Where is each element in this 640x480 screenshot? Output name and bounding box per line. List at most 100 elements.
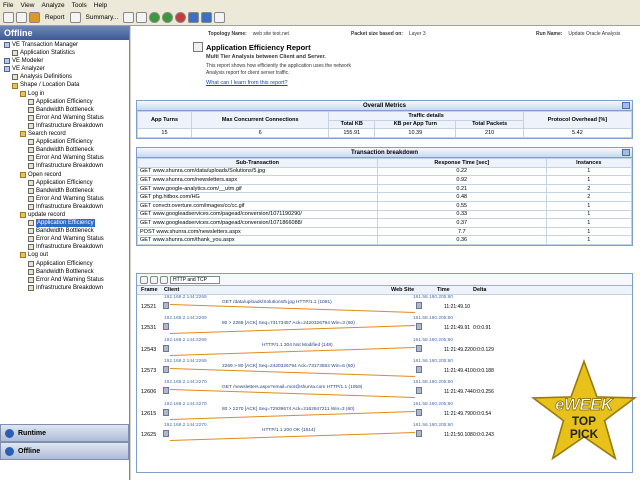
settings-icon[interactable] xyxy=(201,12,213,23)
frame-number: 12543 xyxy=(141,346,157,353)
tree-item[interactable]: Application Efficiency xyxy=(2,219,127,228)
flow-row[interactable]: 12531 192.168.2.144:2269 161.58.180.205:80… xyxy=(137,316,632,337)
tree-item[interactable]: Bandwidth Bottleneck xyxy=(2,187,127,195)
report-icon xyxy=(28,114,34,121)
tree-item[interactable]: Log in xyxy=(2,90,127,98)
tree-item[interactable]: Search record xyxy=(2,130,127,138)
packet-time: 11:21:49.790 xyxy=(444,410,473,417)
report-icon xyxy=(28,155,34,162)
table-row[interactable]: POST www.shunra.com/newsletters.aspx 7.7 1 xyxy=(137,226,633,237)
frame-number: 12606 xyxy=(141,389,157,396)
menu-analyze[interactable]: Analyze xyxy=(41,2,64,9)
summary-icon[interactable] xyxy=(69,12,81,23)
tree-item[interactable]: Analysis Definitions xyxy=(2,73,127,81)
table-row[interactable]: GET www.shunra.com/data/uploads/Solution… xyxy=(137,166,633,177)
table-row[interactable]: GET www.google-analytics.com/__utm.gif 0.… xyxy=(137,183,633,194)
collapse-icon[interactable] xyxy=(622,102,630,109)
tree-item[interactable]: Infrastructure Breakdown xyxy=(2,162,127,170)
report-icon[interactable] xyxy=(29,12,40,23)
tree-item[interactable]: Error And Warning Status xyxy=(2,195,127,203)
protocol-select[interactable]: HTTP and TCP xyxy=(170,275,220,284)
toolbar: Report Summary... xyxy=(0,10,640,26)
report-icon xyxy=(28,163,34,170)
tree-item[interactable]: Error And Warning Status xyxy=(2,154,127,162)
open-icon[interactable] xyxy=(3,12,14,23)
collapse-icon[interactable] xyxy=(622,149,630,156)
table-row[interactable]: GET phg.hitbox.com/HG 0.48 2 xyxy=(137,192,633,202)
packet-arrow xyxy=(169,431,416,442)
packet-delta: 0:0:0.188 xyxy=(473,367,494,374)
tree-item[interactable]: Bandwidth Bottleneck xyxy=(2,106,127,114)
client-address: 192.168.2.144:2269 xyxy=(164,337,207,343)
tree-item[interactable]: Application Efficiency xyxy=(2,260,127,268)
report-button[interactable]: Report xyxy=(45,14,65,21)
report-icon xyxy=(28,203,34,210)
tree-item[interactable]: Log out xyxy=(2,251,127,259)
play-icon[interactable] xyxy=(149,12,161,23)
table-row[interactable]: GET www.shunra.com/thank_you.aspx 0.36 1 xyxy=(137,235,633,245)
stop-icon[interactable] xyxy=(175,12,187,23)
tree-item[interactable]: Application Statistics xyxy=(2,49,127,57)
menu-bar: File View Analyze Tools Help xyxy=(0,0,640,10)
menu-file[interactable]: File xyxy=(3,2,13,9)
tree-item[interactable]: Error And Warning Status xyxy=(2,276,127,284)
summary-button[interactable]: Summary... xyxy=(86,14,119,21)
transaction-breakdown-panel: Transaction breakdown Sub-Transaction Re… xyxy=(136,147,633,246)
flow-row[interactable]: 12521 192.168.2.144:2269 161.58.180.205:80… xyxy=(137,295,632,316)
flow-row[interactable]: 12543 192.168.2.144:2269 161.58.180.205:80… xyxy=(137,338,632,359)
server-address: 161.58.180.205:80 xyxy=(413,337,454,343)
table-row[interactable]: GET www.googleadservices.com/pagead/conv… xyxy=(137,209,633,220)
tree-item[interactable]: update record xyxy=(2,211,127,219)
packet-arrow xyxy=(169,410,416,420)
runtime-button[interactable]: Runtime xyxy=(0,424,129,442)
server-address: 161.58.180.205:80 xyxy=(413,380,454,386)
report-icon xyxy=(28,139,34,146)
tree-item[interactable]: Infrastructure Breakdown xyxy=(2,284,127,292)
tree-item[interactable]: Error And Warning Status xyxy=(2,114,127,122)
tree-item[interactable]: Application Efficiency xyxy=(2,98,127,106)
filter-icon[interactable] xyxy=(150,275,158,284)
tree-item[interactable]: VE Analyzer xyxy=(2,65,127,73)
tree-item[interactable]: Infrastructure Breakdown xyxy=(2,243,127,251)
packet-arrow xyxy=(169,346,416,356)
client-host-icon xyxy=(163,429,169,437)
table-row[interactable]: GET www.googleadservices.com/pagead/conv… xyxy=(137,218,633,228)
tree-item[interactable]: Bandwidth Bottleneck xyxy=(2,268,127,276)
chart-icon[interactable] xyxy=(123,12,135,23)
tree-item[interactable]: Bandwidth Bottleneck xyxy=(2,227,127,235)
server-address: 161.58.180.205:80 xyxy=(413,401,454,407)
tree-item[interactable]: Infrastructure Breakdown xyxy=(2,122,127,130)
packet-delta: 0:0:0.243 xyxy=(473,431,494,438)
tree-item[interactable]: Application Efficiency xyxy=(2,179,127,187)
tree-item[interactable]: Error And Warning Status xyxy=(2,235,127,243)
learn-link[interactable]: What can I learn from this report? xyxy=(206,80,288,86)
zoom-icon[interactable] xyxy=(140,275,148,284)
server-address: 161.58.180.205:80 xyxy=(413,295,454,300)
export-icon[interactable] xyxy=(160,275,168,284)
menu-tools[interactable]: Tools xyxy=(72,2,87,9)
tree-item[interactable]: VE Modeler xyxy=(2,57,127,65)
badge-line1: TOP xyxy=(572,414,596,428)
tree-item[interactable]: Infrastructure Breakdown xyxy=(2,203,127,211)
menu-help[interactable]: Help xyxy=(94,2,107,9)
offline-button[interactable]: Offline xyxy=(0,442,129,460)
menu-view[interactable]: View xyxy=(20,2,34,9)
refresh-icon[interactable] xyxy=(188,12,200,23)
report-icon xyxy=(28,276,34,283)
frame-number: 12625 xyxy=(141,431,157,438)
close-icon[interactable] xyxy=(136,12,148,23)
tree-item[interactable]: Shape / Location Data xyxy=(2,81,127,89)
table-row[interactable]: GET convctr.overture.com/images/cc/cc.gi… xyxy=(137,200,633,211)
report-icon xyxy=(28,179,34,186)
save-icon[interactable] xyxy=(16,12,27,23)
client-host-icon xyxy=(163,302,169,309)
report-icon xyxy=(28,228,34,235)
tree-item[interactable]: Open record xyxy=(2,171,127,179)
forward-icon[interactable] xyxy=(162,12,174,23)
tree-item[interactable]: Bandwidth Bottleneck xyxy=(2,146,127,154)
module-icon xyxy=(4,58,10,65)
tree-item[interactable]: Application Efficiency xyxy=(2,138,127,146)
help-icon[interactable] xyxy=(214,12,226,23)
table-row[interactable]: GET www.shunra.com/newsletters.aspx 0.92 1 xyxy=(137,175,633,185)
tree-item[interactable]: VE Transaction Manager xyxy=(2,41,127,49)
